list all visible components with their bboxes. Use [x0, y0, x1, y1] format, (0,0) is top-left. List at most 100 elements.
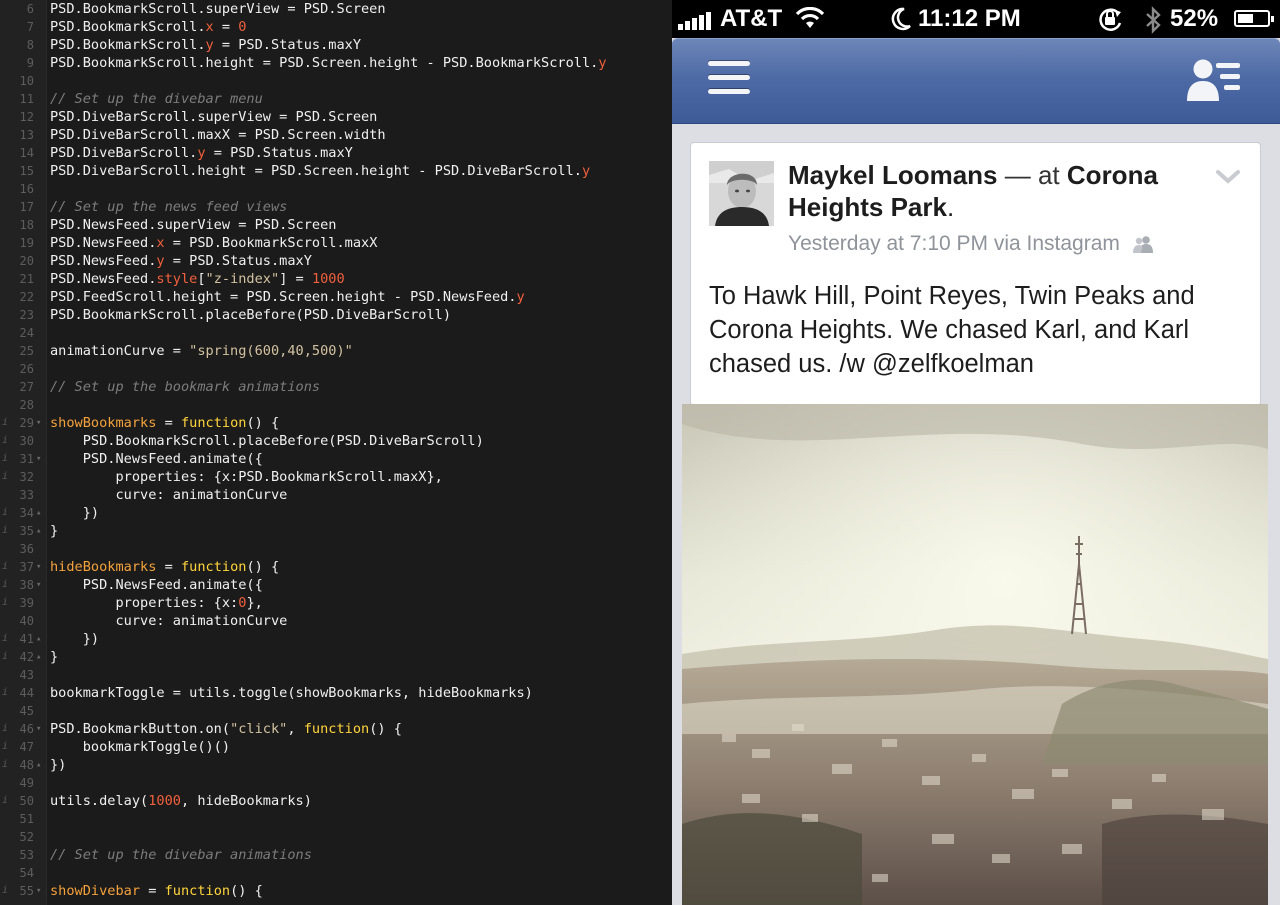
- story-photo[interactable]: [682, 404, 1268, 905]
- author-name-link[interactable]: Maykel Loomans: [788, 160, 998, 190]
- code-text: PSD.DiveBarScroll.superView = PSD.Screen: [50, 108, 377, 126]
- code-token: y: [156, 253, 165, 269]
- code-line[interactable]: i 48 ▴}): [0, 756, 672, 774]
- fold-toggle-icon[interactable]: ▴: [36, 630, 44, 648]
- code-line[interactable]: 26: [0, 360, 672, 378]
- code-text: PSD.BookmarkButton.on("click", function(…: [50, 720, 402, 738]
- code-line[interactable]: 25 animationCurve = "spring(600,40,500)": [0, 342, 672, 360]
- line-number: 24: [19, 326, 34, 340]
- code-line[interactable]: i 47 bookmarkToggle()(): [0, 738, 672, 756]
- code-token: PSD.DiveBarScroll.height = PSD.Screen.he…: [50, 163, 582, 179]
- chevron-down-icon[interactable]: [1215, 169, 1241, 185]
- code-line[interactable]: 43: [0, 666, 672, 684]
- code-line[interactable]: 17 // Set up the news feed views: [0, 198, 672, 216]
- code-token: () {: [230, 883, 263, 899]
- code-line[interactable]: 45: [0, 702, 672, 720]
- code-line[interactable]: i 37 ▾ hideBookmarks = function() {: [0, 558, 672, 576]
- code-line[interactable]: i 39 properties: {x:0},: [0, 594, 672, 612]
- code-line[interactable]: 33 curve: animationCurve: [0, 486, 672, 504]
- line-number: 10: [19, 74, 34, 88]
- code-line[interactable]: 28: [0, 396, 672, 414]
- line-number: 48: [19, 758, 34, 772]
- code-line[interactable]: i 55 ▾ showDivebar = function() {: [0, 882, 672, 900]
- code-token: // Set up the bookmark animations: [50, 379, 321, 395]
- code-line[interactable]: 21 PSD.NewsFeed.style["z-index"] = 1000: [0, 270, 672, 288]
- line-number: 12: [19, 110, 34, 124]
- code-line[interactable]: 14 PSD.DiveBarScroll.y = PSD.Status.maxY: [0, 144, 672, 162]
- code-token: 1000: [311, 271, 345, 287]
- code-token: PSD.FeedScroll.height = PSD.Screen.heigh…: [50, 289, 517, 305]
- code-line[interactable]: 24: [0, 324, 672, 342]
- friend-requests-icon[interactable]: [1186, 57, 1242, 103]
- code-line[interactable]: 19 PSD.NewsFeed.x = PSD.BookmarkScroll.ma…: [0, 234, 672, 252]
- code-token: () {: [369, 721, 402, 737]
- code-line[interactable]: 11 // Set up the divebar menu: [0, 90, 672, 108]
- code-line[interactable]: 6 PSD.BookmarkScroll.superView = PSD.Scre…: [0, 0, 672, 18]
- code-line[interactable]: 23 PSD.BookmarkScroll.placeBefore(PSD.Div…: [0, 306, 672, 324]
- code-line[interactable]: 13 PSD.DiveBarScroll.maxX = PSD.Screen.wi…: [0, 126, 672, 144]
- line-number: 8: [26, 38, 34, 52]
- fold-toggle-icon[interactable]: ▴: [36, 504, 44, 522]
- fold-toggle-icon[interactable]: ▴: [36, 648, 44, 666]
- code-line[interactable]: i 46 ▾ PSD.BookmarkButton.on("click", funct…: [0, 720, 672, 738]
- code-line[interactable]: 52: [0, 828, 672, 846]
- news-feed-story[interactable]: Maykel Loomans — at Corona Heights Park.…: [690, 142, 1261, 406]
- code-text: PSD.DiveBarScroll.y = PSD.Status.maxY: [50, 144, 353, 162]
- code-line[interactable]: 7 PSD.BookmarkScroll.x = 0: [0, 18, 672, 36]
- code-line[interactable]: 49: [0, 774, 672, 792]
- fold-toggle-icon[interactable]: ▾: [36, 576, 44, 594]
- timestamp[interactable]: Yesterday at 7:10 PM via Instagram: [788, 232, 1120, 255]
- code-line[interactable]: i 30 PSD.BookmarkScroll.placeBefore(PSD.D…: [0, 432, 672, 450]
- line-number: 38: [19, 578, 34, 592]
- code-line[interactable]: 18 PSD.NewsFeed.superView = PSD.Screen: [0, 216, 672, 234]
- code-token: // Set up the divebar animations: [50, 847, 312, 863]
- code-line[interactable]: i 50 utils.delay(1000, hideBookmarks): [0, 792, 672, 810]
- code-line[interactable]: 54: [0, 864, 672, 882]
- code-line[interactable]: 20 PSD.NewsFeed.y = PSD.Status.maxY: [0, 252, 672, 270]
- fold-toggle-icon[interactable]: ▾: [36, 414, 44, 432]
- code-token: () {: [246, 415, 280, 431]
- code-editor[interactable]: 6 PSD.BookmarkScroll.superView = PSD.Scre…: [0, 0, 672, 905]
- line-number: 16: [19, 182, 34, 196]
- code-text: PSD.NewsFeed.animate({: [50, 450, 263, 468]
- code-text: // Set up the news feed views: [50, 198, 287, 216]
- line-number: 40: [19, 614, 34, 628]
- code-line[interactable]: 15 PSD.DiveBarScroll.height = PSD.Screen.…: [0, 162, 672, 180]
- code-text: PSD.DiveBarScroll.maxX = PSD.Screen.widt…: [50, 126, 386, 144]
- fold-toggle-icon[interactable]: ▴: [36, 756, 44, 774]
- code-line[interactable]: 40 curve: animationCurve: [0, 612, 672, 630]
- code-line[interactable]: i 29 ▾ showBookmarks = function() {: [0, 414, 672, 432]
- code-line[interactable]: 10: [0, 72, 672, 90]
- fold-toggle-icon[interactable]: ▾: [36, 882, 44, 900]
- code-line[interactable]: i 38 ▾ PSD.NewsFeed.animate({: [0, 576, 672, 594]
- code-line[interactable]: i 42 ▴}: [0, 648, 672, 666]
- code-token: PSD.NewsFeed.: [50, 235, 157, 251]
- code-line[interactable]: i 34 ▴ }): [0, 504, 672, 522]
- fold-toggle-icon[interactable]: ▾: [36, 558, 44, 576]
- fold-toggle-icon[interactable]: ▴: [36, 522, 44, 540]
- code-line[interactable]: i 41 ▴ }): [0, 630, 672, 648]
- code-line[interactable]: 9 PSD.BookmarkScroll.height = PSD.Screen.…: [0, 54, 672, 72]
- menu-icon[interactable]: [708, 61, 750, 97]
- code-line[interactable]: 22 PSD.FeedScroll.height = PSD.Screen.hei…: [0, 288, 672, 306]
- code-line[interactable]: 16: [0, 180, 672, 198]
- code-text: PSD.NewsFeed.superView = PSD.Screen: [50, 216, 336, 234]
- code-line[interactable]: 53 // Set up the divebar animations: [0, 846, 672, 864]
- code-line[interactable]: i 31 ▾ PSD.NewsFeed.animate({: [0, 450, 672, 468]
- author-avatar[interactable]: [709, 161, 774, 226]
- code-line[interactable]: 36: [0, 540, 672, 558]
- code-line[interactable]: i 32 properties: {x:PSD.BookmarkScroll.ma…: [0, 468, 672, 486]
- code-line[interactable]: i 35 ▴}: [0, 522, 672, 540]
- code-text: PSD.BookmarkScroll.height = PSD.Screen.h…: [50, 54, 607, 72]
- code-token: function: [164, 883, 231, 899]
- code-token: =: [140, 883, 165, 899]
- code-line[interactable]: 12 PSD.DiveBarScroll.superView = PSD.Scre…: [0, 108, 672, 126]
- fold-toggle-icon[interactable]: ▾: [36, 450, 44, 468]
- code-line[interactable]: 27 // Set up the bookmark animations: [0, 378, 672, 396]
- fold-toggle-icon[interactable]: ▾: [36, 720, 44, 738]
- code-line[interactable]: 51: [0, 810, 672, 828]
- code-line[interactable]: i 44 bookmarkToggle = utils.toggle(showBoo…: [0, 684, 672, 702]
- code-line[interactable]: 8 PSD.BookmarkScroll.y = PSD.Status.maxY: [0, 36, 672, 54]
- line-number: 44: [19, 686, 34, 700]
- line-number: 50: [19, 794, 34, 808]
